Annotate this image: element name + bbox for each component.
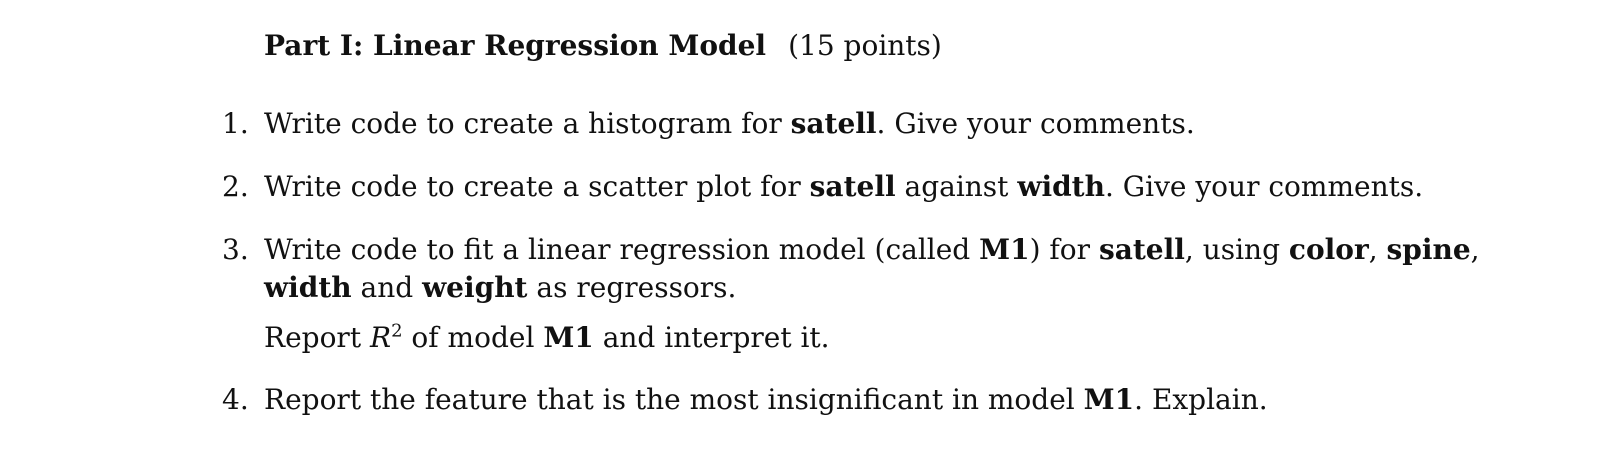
question-number: 2. [222,170,249,203]
math-superscript: 2 [391,320,403,342]
question-body: Write code to create a scatter plot for … [264,168,1472,206]
text-run: ) for [1029,233,1099,266]
text-run: . Give your comments. [1104,170,1424,203]
text-run: , using [1184,233,1289,266]
bold-term: M1 [543,321,594,354]
text-run: and [351,271,423,304]
bold-term: M1 [1083,383,1135,416]
question-item-2: 2. Write code to create a scatter plot f… [222,168,1472,206]
question-number: 3. [222,233,249,266]
text-run: of model [402,321,544,354]
question-body: Write code to create a histogram for sat… [264,105,1472,143]
bold-term: color [1288,233,1369,266]
section-heading: Part I: Linear Regression Model (15 point… [264,26,942,66]
section-title: Part I: Linear Regression Model [264,29,767,62]
text-run: against [895,170,1018,203]
text-run: . Explain. [1134,383,1268,416]
question-body: Report the feature that is the most insi… [264,381,1472,419]
question-item-3: 3. Write code to fit a linear regression… [222,231,1480,357]
text-run: Write code to create a histogram for [264,107,791,140]
text-run: and interpret it. [593,321,830,354]
question-item-1: 1. Write code to create a histogram for … [222,105,1472,143]
bold-term: satell [809,170,896,203]
question-text-line-2: width and weight as regressors. [264,269,1472,307]
math-symbol: R [369,321,392,354]
bold-term: width [1017,170,1105,203]
question-body: Write code to fit a linear regression mo… [264,231,1480,357]
bold-term: weight [422,271,528,304]
question-text: Write code to create a scatter plot for … [264,168,1472,206]
text-run: Write code to fit a linear regression mo… [264,233,980,266]
question-item-4: 4. Report the feature that is the most i… [222,381,1472,419]
text-run: , [1368,233,1387,266]
bold-term: satell [790,107,877,140]
bold-term: satell [1098,233,1185,266]
text-run: , [1470,233,1480,266]
question-number: 1. [222,107,249,140]
question-text: Report the feature that is the most insi… [264,381,1472,419]
document-page: Part I: Linear Regression Model (15 point… [0,0,1616,476]
bold-term: width [264,271,352,304]
text-run: as regressors. [527,271,737,304]
question-subparagraph: Report R2 of model M1 and interpret it. [264,319,1472,357]
question-text-line-1: Write code to fit a linear regression mo… [264,231,1480,269]
text-run: Write code to create a scatter plot for [264,170,810,203]
section-points: (15 points) [788,29,942,62]
bold-term: M1 [979,233,1030,266]
bold-term: spine [1386,233,1471,266]
text-run: Report [264,321,370,354]
text-run: Report the feature that is the most insi… [264,383,1084,416]
question-text: Write code to create a histogram for sat… [264,105,1472,143]
question-number: 4. [222,383,249,416]
text-run: . Give your comments. [876,107,1195,140]
